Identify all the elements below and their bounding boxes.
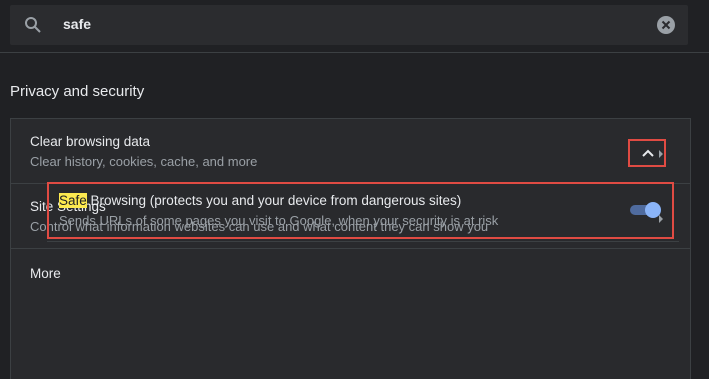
safe-browsing-row[interactable]: Safe Browsing (protects you and your dev… (47, 182, 674, 239)
row-title: Clear browsing data (30, 134, 151, 149)
safe-browsing-title: Safe Browsing (protects you and your dev… (59, 193, 461, 208)
search-icon (24, 16, 42, 34)
search-match-highlight: Safe (59, 193, 87, 208)
divider (47, 241, 679, 242)
safe-browsing-subtitle: Sends URLs of some pages you visit to Go… (59, 213, 499, 228)
search-bar: safe (0, 0, 709, 53)
section-title: Privacy and security (10, 83, 145, 100)
more-label: More (30, 266, 61, 281)
toggle-knob (645, 202, 661, 218)
chevron-up-icon (642, 149, 654, 157)
clear-icon[interactable] (656, 15, 676, 35)
privacy-security-card: Clear browsing data Clear history, cooki… (10, 118, 691, 379)
search-field[interactable]: safe (10, 5, 688, 45)
safe-browsing-title-rest: Browsing (protects you and your device f… (86, 193, 462, 208)
row-subtitle: Clear history, cookies, cache, and more (30, 154, 258, 169)
collapse-more-button[interactable] (628, 139, 666, 167)
safe-browsing-toggle[interactable] (628, 202, 661, 218)
search-input[interactable]: safe (63, 16, 91, 32)
clear-browsing-data-row[interactable]: Clear browsing data Clear history, cooki… (11, 119, 690, 184)
more-section: More (11, 249, 690, 379)
